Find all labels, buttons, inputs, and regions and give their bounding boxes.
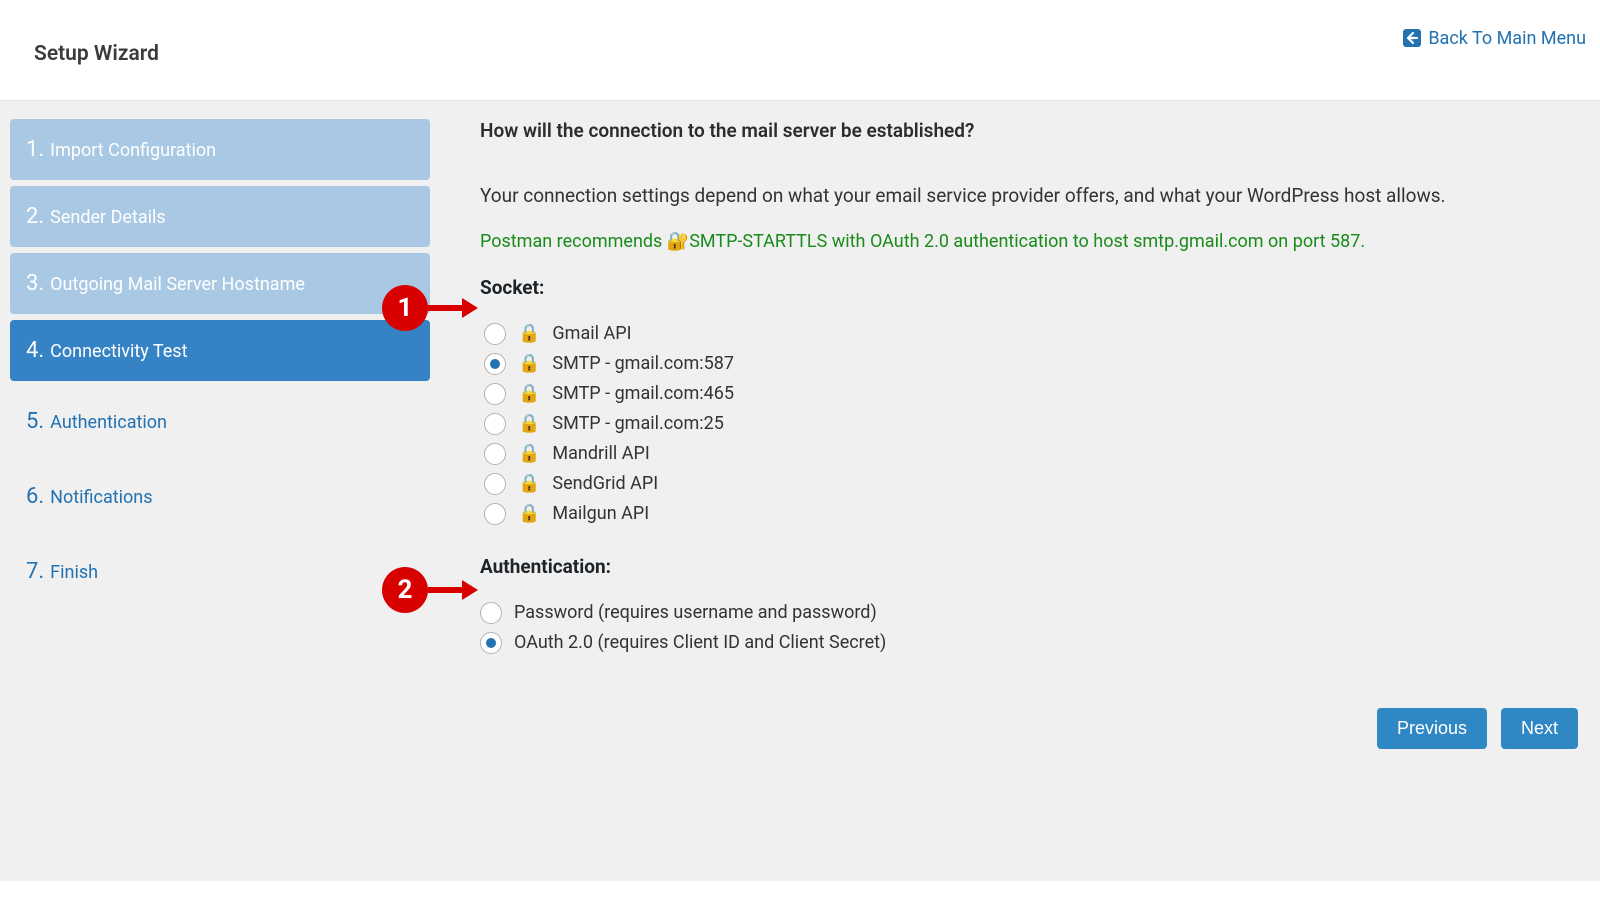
option-label: Mailgun API: [552, 503, 649, 524]
step-number: 7.: [26, 559, 44, 584]
option-label: SMTP - gmail.com:465: [552, 383, 734, 404]
radio-input[interactable]: [484, 413, 506, 435]
option-label: OAuth 2.0 (requires Client ID and Client…: [514, 632, 886, 653]
radio-input[interactable]: [484, 323, 506, 345]
section-description: Your connection settings depend on what …: [480, 182, 1584, 211]
socket-option-mailgun[interactable]: 🔒 Mailgun API: [484, 499, 1584, 529]
recommendation-prefix: Postman recommends: [480, 231, 667, 252]
radio-input[interactable]: [484, 473, 506, 495]
annotation-badge: 1: [382, 285, 428, 331]
radio-input[interactable]: [484, 443, 506, 465]
step-finish[interactable]: 7. Finish: [10, 537, 430, 606]
section-question: How will the connection to the mail serv…: [480, 119, 1584, 142]
page-title: Setup Wizard: [34, 10, 159, 66]
step-import-configuration[interactable]: 1. Import Configuration: [10, 119, 430, 180]
annotation-arrow-head-icon: [462, 298, 478, 318]
lock-icon: 🔒: [518, 323, 540, 344]
option-label: SendGrid API: [552, 473, 658, 494]
lock-icon: 🔒: [518, 383, 540, 404]
step-connectivity-test[interactable]: 4. Connectivity Test: [10, 320, 430, 381]
keys-icon: 🔐: [667, 231, 689, 252]
socket-option-sendgrid[interactable]: 🔒 SendGrid API: [484, 469, 1584, 499]
radio-input[interactable]: [480, 602, 502, 624]
step-label: Finish: [50, 562, 98, 583]
annotation-arrow-head-icon: [462, 580, 478, 600]
step-outgoing-hostname[interactable]: 3. Outgoing Mail Server Hostname: [10, 253, 430, 314]
next-button[interactable]: Next: [1501, 708, 1578, 749]
step-number: 3.: [26, 271, 44, 296]
recommendation-text: Postman recommends 🔐SMTP-STARTTLS with O…: [480, 231, 1584, 252]
annotation-badge: 2: [382, 567, 428, 613]
annotation-arrow-line: [428, 305, 462, 311]
socket-option-mandrill[interactable]: 🔒 Mandrill API: [484, 439, 1584, 469]
step-label: Outgoing Mail Server Hostname: [50, 274, 305, 295]
socket-option-gmail-api[interactable]: 🔒 Gmail API: [484, 319, 1584, 349]
auth-option-password[interactable]: Password (requires username and password…: [480, 598, 1584, 628]
annotation-arrow-line: [428, 587, 462, 593]
step-label: Notifications: [50, 487, 152, 508]
radio-input[interactable]: [484, 383, 506, 405]
lock-icon: 🔒: [518, 413, 540, 434]
step-label: Connectivity Test: [50, 341, 187, 362]
socket-option-smtp-25[interactable]: 🔒 SMTP - gmail.com:25: [484, 409, 1584, 439]
option-label: Password (requires username and password…: [514, 602, 877, 623]
annotation-callout-2: 2: [382, 567, 478, 613]
lock-icon: 🔒: [518, 443, 540, 464]
step-label: Sender Details: [50, 207, 166, 228]
step-authentication[interactable]: 5. Authentication: [10, 387, 430, 456]
step-label: Authentication: [50, 412, 167, 433]
main-panel: 1 2 How will the connection to the mail …: [480, 119, 1600, 881]
socket-option-smtp-587[interactable]: 🔒 SMTP - gmail.com:587: [484, 349, 1584, 379]
step-number: 6.: [26, 484, 44, 509]
authentication-title: Authentication:: [480, 555, 1584, 578]
previous-button[interactable]: Previous: [1377, 708, 1487, 749]
step-notifications[interactable]: 6. Notifications: [10, 462, 430, 531]
radio-input[interactable]: [484, 353, 506, 375]
option-label: SMTP - gmail.com:25: [552, 413, 723, 434]
option-label: Gmail API: [552, 323, 631, 344]
lock-icon: 🔒: [518, 353, 540, 374]
back-to-main-link[interactable]: Back To Main Menu: [1402, 28, 1586, 49]
option-label: Mandrill API: [552, 443, 649, 464]
recommendation-body: SMTP-STARTTLS with OAuth 2.0 authenticat…: [689, 231, 1365, 252]
step-label: Import Configuration: [50, 140, 216, 161]
back-arrow-icon: [1402, 28, 1422, 48]
lock-icon: 🔒: [518, 503, 540, 524]
socket-option-smtp-465[interactable]: 🔒 SMTP - gmail.com:465: [484, 379, 1584, 409]
radio-input[interactable]: [480, 632, 502, 654]
step-number: 2.: [26, 204, 44, 229]
back-link-label: Back To Main Menu: [1428, 28, 1586, 49]
socket-title: Socket:: [480, 276, 1584, 299]
step-number: 4.: [26, 338, 44, 363]
step-number: 5.: [26, 409, 44, 434]
auth-option-oauth2[interactable]: OAuth 2.0 (requires Client ID and Client…: [480, 628, 1584, 658]
step-sender-details[interactable]: 2. Sender Details: [10, 186, 430, 247]
radio-input[interactable]: [484, 503, 506, 525]
annotation-callout-1: 1: [382, 285, 478, 331]
step-number: 1.: [26, 137, 44, 162]
lock-icon: 🔒: [518, 473, 540, 494]
socket-options: 🔒 Gmail API 🔒 SMTP - gmail.com:587 🔒 SMT…: [480, 319, 1584, 529]
wizard-steps-sidebar: 1. Import Configuration 2. Sender Detail…: [0, 119, 430, 881]
option-label: SMTP - gmail.com:587: [552, 353, 734, 374]
